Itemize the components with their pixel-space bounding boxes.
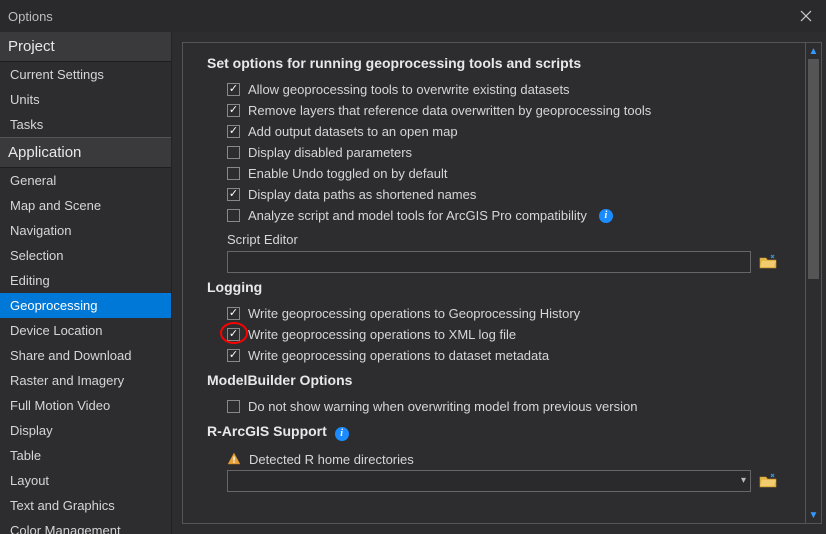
section-title-geoprocessing-run: Set options for running geoprocessing to…	[207, 55, 777, 71]
label-add-output: Add output datasets to an open map	[248, 124, 458, 139]
checkbox-log-xml[interactable]	[227, 328, 240, 341]
checkbox-no-overwrite-warning[interactable]	[227, 400, 240, 413]
category-header-application[interactable]: Application	[0, 137, 171, 168]
titlebar: Options	[0, 0, 826, 32]
sidebar-item-share-and-download[interactable]: Share and Download	[0, 343, 171, 368]
browse-folder-icon[interactable]	[759, 472, 777, 490]
checkbox-shortened-names[interactable]	[227, 188, 240, 201]
scroll-down-icon[interactable]: ▼	[806, 507, 821, 523]
sidebar-item-selection[interactable]: Selection	[0, 243, 171, 268]
checkbox-analyze-tools[interactable]	[227, 209, 240, 222]
label-remove-layers: Remove layers that reference data overwr…	[248, 103, 651, 118]
r-home-dropdown[interactable]: ▾	[227, 470, 751, 492]
sidebar-item-full-motion-video[interactable]: Full Motion Video	[0, 393, 171, 418]
checkbox-log-metadata[interactable]	[227, 349, 240, 362]
info-icon[interactable]: i	[599, 209, 613, 223]
checkbox-remove-layers[interactable]	[227, 104, 240, 117]
content-panel: Set options for running geoprocessing to…	[182, 42, 806, 524]
sidebar-item-color-management[interactable]: Color Management	[0, 518, 171, 534]
sidebar-item-display[interactable]: Display	[0, 418, 171, 443]
label-shortened-names: Display data paths as shortened names	[248, 187, 476, 202]
scroll-track[interactable]	[806, 59, 821, 507]
label-display-disabled: Display disabled parameters	[248, 145, 412, 160]
label-enable-undo: Enable Undo toggled on by default	[248, 166, 448, 181]
sidebar-item-raster-and-imagery[interactable]: Raster and Imagery	[0, 368, 171, 393]
window-title: Options	[8, 9, 53, 24]
r-arcgis-title-text: R-ArcGIS Support	[207, 423, 327, 439]
scrollbar[interactable]: ▲ ▼	[806, 42, 822, 524]
label-log-metadata: Write geoprocessing operations to datase…	[248, 348, 549, 363]
scroll-thumb[interactable]	[808, 59, 819, 279]
scroll-up-icon[interactable]: ▲	[806, 43, 821, 59]
sidebar-item-navigation[interactable]: Navigation	[0, 218, 171, 243]
checkbox-enable-undo[interactable]	[227, 167, 240, 180]
sidebar-item-map-and-scene[interactable]: Map and Scene	[0, 193, 171, 218]
body: Project Current Settings Units Tasks App…	[0, 32, 826, 534]
checkbox-overwrite-datasets[interactable]	[227, 83, 240, 96]
sidebar-item-layout[interactable]: Layout	[0, 468, 171, 493]
warning-icon	[227, 452, 241, 466]
close-icon[interactable]	[794, 4, 818, 28]
options-window: Options Project Current Settings Units T…	[0, 0, 826, 534]
sidebar-item-units[interactable]: Units	[0, 87, 171, 112]
checkbox-display-disabled[interactable]	[227, 146, 240, 159]
sidebar-item-device-location[interactable]: Device Location	[0, 318, 171, 343]
script-editor-label: Script Editor	[207, 226, 777, 251]
sidebar-item-general[interactable]: General	[0, 168, 171, 193]
sidebar-item-geoprocessing[interactable]: Geoprocessing	[0, 293, 171, 318]
checkbox-log-history[interactable]	[227, 307, 240, 320]
section-title-logging: Logging	[207, 279, 777, 295]
checkbox-add-output[interactable]	[227, 125, 240, 138]
category-header-project[interactable]: Project	[0, 32, 171, 62]
sidebar-item-tasks[interactable]: Tasks	[0, 112, 171, 137]
label-analyze-tools: Analyze script and model tools for ArcGI…	[248, 208, 587, 223]
sidebar-item-editing[interactable]: Editing	[0, 268, 171, 293]
sidebar-item-text-and-graphics[interactable]: Text and Graphics	[0, 493, 171, 518]
sidebar-item-current-settings[interactable]: Current Settings	[0, 62, 171, 87]
label-detected-r: Detected R home directories	[249, 452, 414, 467]
info-icon[interactable]: i	[335, 427, 349, 441]
section-title-r-arcgis: R-ArcGIS Support i	[207, 423, 777, 441]
label-no-overwrite-warning: Do not show warning when overwriting mod…	[248, 399, 637, 414]
label-log-history: Write geoprocessing operations to Geopro…	[248, 306, 580, 321]
section-title-modelbuilder: ModelBuilder Options	[207, 372, 777, 388]
label-overwrite-datasets: Allow geoprocessing tools to overwrite e…	[248, 82, 570, 97]
chevron-down-icon: ▾	[741, 475, 746, 486]
browse-folder-icon[interactable]	[759, 253, 777, 271]
sidebar: Project Current Settings Units Tasks App…	[0, 32, 172, 534]
label-log-xml: Write geoprocessing operations to XML lo…	[248, 327, 516, 342]
script-editor-input[interactable]	[227, 251, 751, 273]
sidebar-item-table[interactable]: Table	[0, 443, 171, 468]
content-wrap: Set options for running geoprocessing to…	[172, 32, 826, 534]
